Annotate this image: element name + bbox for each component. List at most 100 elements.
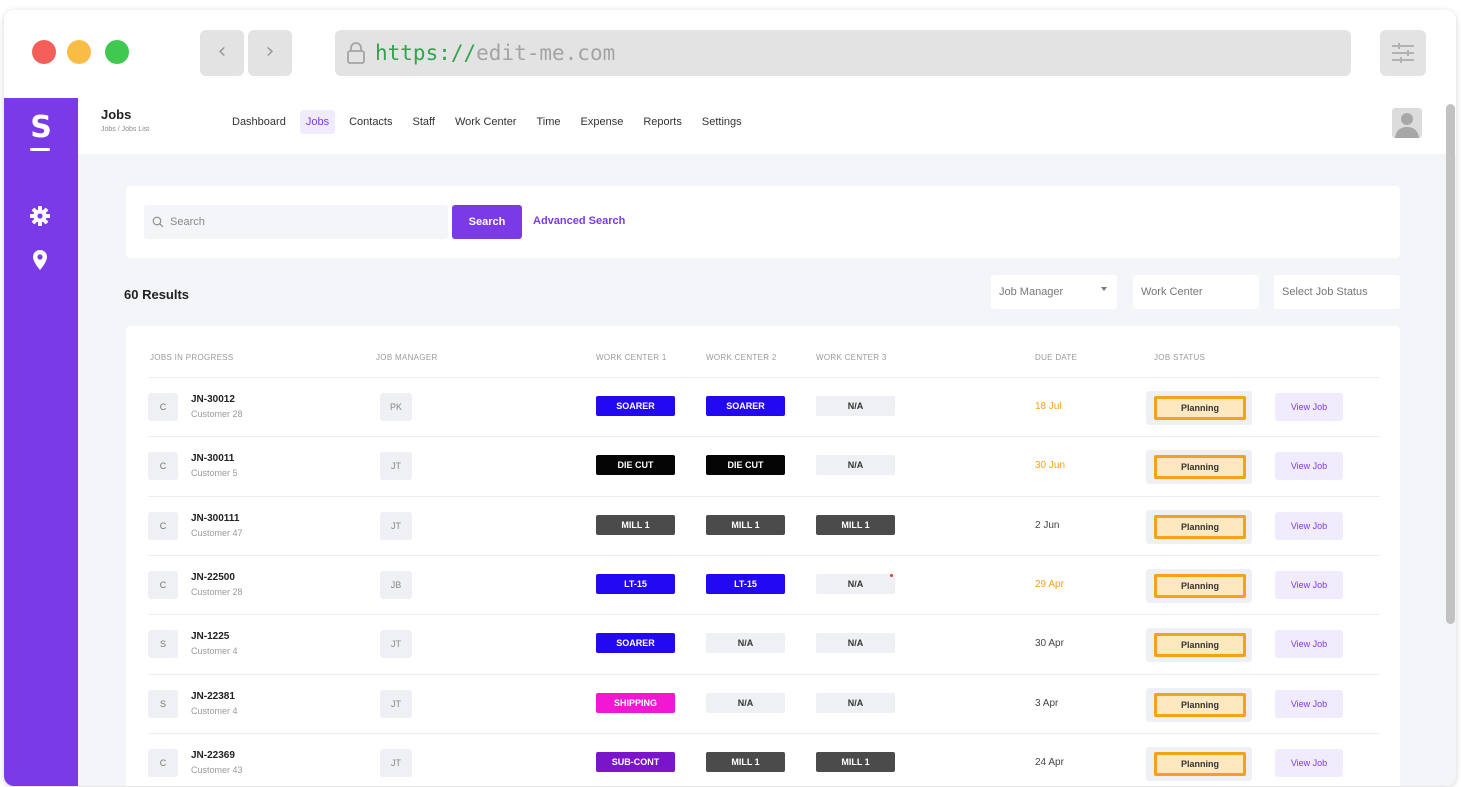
- app-logo[interactable]: S: [4, 110, 78, 145]
- job-id[interactable]: JN-30012: [191, 394, 235, 405]
- forward-button[interactable]: ›: [248, 30, 292, 76]
- job-id[interactable]: JN-22500: [191, 572, 235, 583]
- job-id[interactable]: JN-22369: [191, 750, 235, 761]
- view-job-button[interactable]: View Job: [1275, 511, 1343, 540]
- work-center-filter-label: Work Center: [1141, 286, 1203, 298]
- nav-item-jobs[interactable]: Jobs: [299, 110, 336, 134]
- table-row: C JN-30012 Customer 28 PK SOARER SOARER N/A 18 …: [148, 377, 1380, 436]
- scrollbar-thumb[interactable]: [1446, 104, 1455, 624]
- user-icon: [1395, 113, 1419, 138]
- view-job-button[interactable]: View Job: [1275, 748, 1343, 777]
- nav-item-contacts[interactable]: Contacts: [343, 110, 398, 134]
- user-avatar[interactable]: [1392, 108, 1422, 138]
- job-status-cell[interactable]: Planning: [1146, 746, 1252, 781]
- work-center-2-badge: MILL 1: [706, 751, 785, 772]
- work-center-2-badge: SOARER: [706, 396, 785, 416]
- nav-item-settings[interactable]: Settings: [696, 110, 748, 134]
- job-manager-initials: PK: [380, 393, 412, 421]
- job-status-cell[interactable]: Planning: [1146, 568, 1252, 603]
- gear-icon[interactable]: [28, 204, 52, 228]
- main-nav: Dashboard Jobs Contacts Staff Work Center Tim…: [226, 110, 756, 134]
- job-status-filter[interactable]: Select Job Status: [1274, 275, 1400, 309]
- advanced-search-link[interactable]: Advanced Search: [533, 215, 625, 227]
- work-center-3-badge: MILL 1: [816, 514, 895, 535]
- table-row: C JN-22500 Customer 28 JB LT-15 LT-15 N/A 29 Ap…: [148, 554, 1380, 614]
- job-status-cell[interactable]: Planning: [1146, 391, 1252, 425]
- status-badge: Planning: [1154, 751, 1246, 776]
- map-pin-icon[interactable]: [28, 248, 52, 272]
- nav-item-work-center[interactable]: Work Center: [449, 110, 523, 134]
- back-button[interactable]: ‹: [200, 30, 244, 76]
- job-manager-initials: JT: [380, 452, 412, 481]
- results-count: 60 Results: [124, 287, 190, 302]
- work-center-3-badge: N/A: [816, 573, 895, 594]
- table-row: C JN-300111 Customer 47 JT MILL 1 MILL 1 MILL …: [148, 495, 1380, 555]
- table-row: S JN-1225 Customer 4 JT SOARER N/A N/A 30 Apr Pl…: [148, 614, 1380, 673]
- job-status-cell[interactable]: Planning: [1146, 450, 1252, 485]
- work-center-2-badge: MILL 1: [706, 514, 785, 535]
- work-center-3-badge: MILL 1: [816, 751, 895, 772]
- view-job-button[interactable]: View Job: [1275, 630, 1343, 659]
- job-status-cell[interactable]: Planning: [1146, 687, 1252, 722]
- nav-item-reports[interactable]: Reports: [637, 110, 688, 134]
- work-center-3-badge: N/A: [816, 633, 895, 654]
- column-header-due: DUE DATE: [1035, 353, 1078, 362]
- job-manager-filter[interactable]: Job Manager: [991, 275, 1117, 309]
- due-date: 24 Apr: [1035, 756, 1064, 768]
- column-header-wc2: WORK CENTER 2: [706, 353, 777, 362]
- maximize-window-dot[interactable]: [105, 40, 129, 64]
- nav-item-dashboard[interactable]: Dashboard: [226, 110, 292, 134]
- job-id[interactable]: JN-22381: [191, 691, 235, 702]
- browser-window: ‹ › https://edit-me.com S Jobs Jobs / Jo…: [4, 10, 1456, 786]
- job-id[interactable]: JN-30011: [191, 453, 234, 464]
- status-badge: Planning: [1154, 396, 1246, 420]
- breadcrumb[interactable]: Jobs / Jobs List: [101, 126, 149, 133]
- customer-name: Customer 28: [191, 409, 243, 419]
- nav-item-staff[interactable]: Staff: [407, 110, 441, 134]
- work-center-1-badge: LT-15: [596, 573, 675, 594]
- job-id[interactable]: JN-1225: [191, 631, 229, 642]
- due-date: 18 Jul: [1035, 401, 1062, 412]
- minimize-window-dot[interactable]: [67, 40, 91, 64]
- url-text: https://edit-me.com: [375, 40, 615, 66]
- job-manager-initials: JT: [380, 511, 412, 540]
- search-input[interactable]: [144, 205, 448, 239]
- column-header-status: JOB STATUS: [1154, 353, 1206, 362]
- chevron-right-icon: ›: [265, 39, 275, 64]
- work-center-1-badge: SHIPPING: [596, 692, 675, 713]
- view-job-button[interactable]: View Job: [1275, 452, 1343, 481]
- nav-item-time[interactable]: Time: [530, 110, 566, 134]
- work-center-2-badge: LT-15: [706, 573, 785, 594]
- nav-item-expense[interactable]: Expense: [575, 110, 630, 134]
- work-center-filter[interactable]: Work Center: [1133, 275, 1259, 309]
- view-job-button[interactable]: View Job: [1275, 689, 1343, 718]
- work-center-3-badge: N/A: [816, 455, 895, 476]
- work-center-2-badge: N/A: [706, 692, 785, 713]
- job-manager-filter-label: Job Manager: [999, 286, 1064, 298]
- customer-name: Customer 47: [191, 527, 243, 538]
- table-row: S JN-22381 Customer 4 JT SHIPPING N/A N/A 3 Apr…: [148, 673, 1380, 733]
- column-header-manager: JOB MANAGER: [376, 353, 438, 362]
- job-manager-initials: JT: [380, 748, 412, 777]
- browser-chrome: ‹ › https://edit-me.com: [4, 10, 1456, 98]
- column-header-wc3: WORK CENTER 3: [816, 353, 887, 362]
- work-center-1-badge: MILL 1: [596, 514, 675, 535]
- search-button[interactable]: Search: [452, 205, 522, 239]
- close-window-dot[interactable]: [32, 40, 56, 64]
- view-job-button[interactable]: View Job: [1275, 570, 1343, 599]
- status-badge: Planning: [1154, 455, 1246, 480]
- due-date: 30 Apr: [1035, 638, 1064, 650]
- logo-underline: [30, 148, 50, 151]
- due-date: 2 Jun: [1035, 519, 1060, 531]
- work-center-2-badge: DIE CUT: [706, 455, 785, 476]
- status-badge: Planning: [1154, 633, 1246, 658]
- view-job-button[interactable]: View Job: [1275, 393, 1343, 421]
- status-badge: Planning: [1154, 692, 1246, 717]
- job-id[interactable]: JN-300111: [191, 513, 239, 524]
- job-status-cell[interactable]: Planning: [1146, 509, 1252, 544]
- status-badge: Planning: [1154, 573, 1246, 598]
- browser-settings-button[interactable]: [1380, 30, 1426, 76]
- job-type-chip: S: [148, 630, 178, 659]
- address-bar[interactable]: https://edit-me.com: [335, 30, 1351, 76]
- job-status-cell[interactable]: Planning: [1146, 628, 1252, 663]
